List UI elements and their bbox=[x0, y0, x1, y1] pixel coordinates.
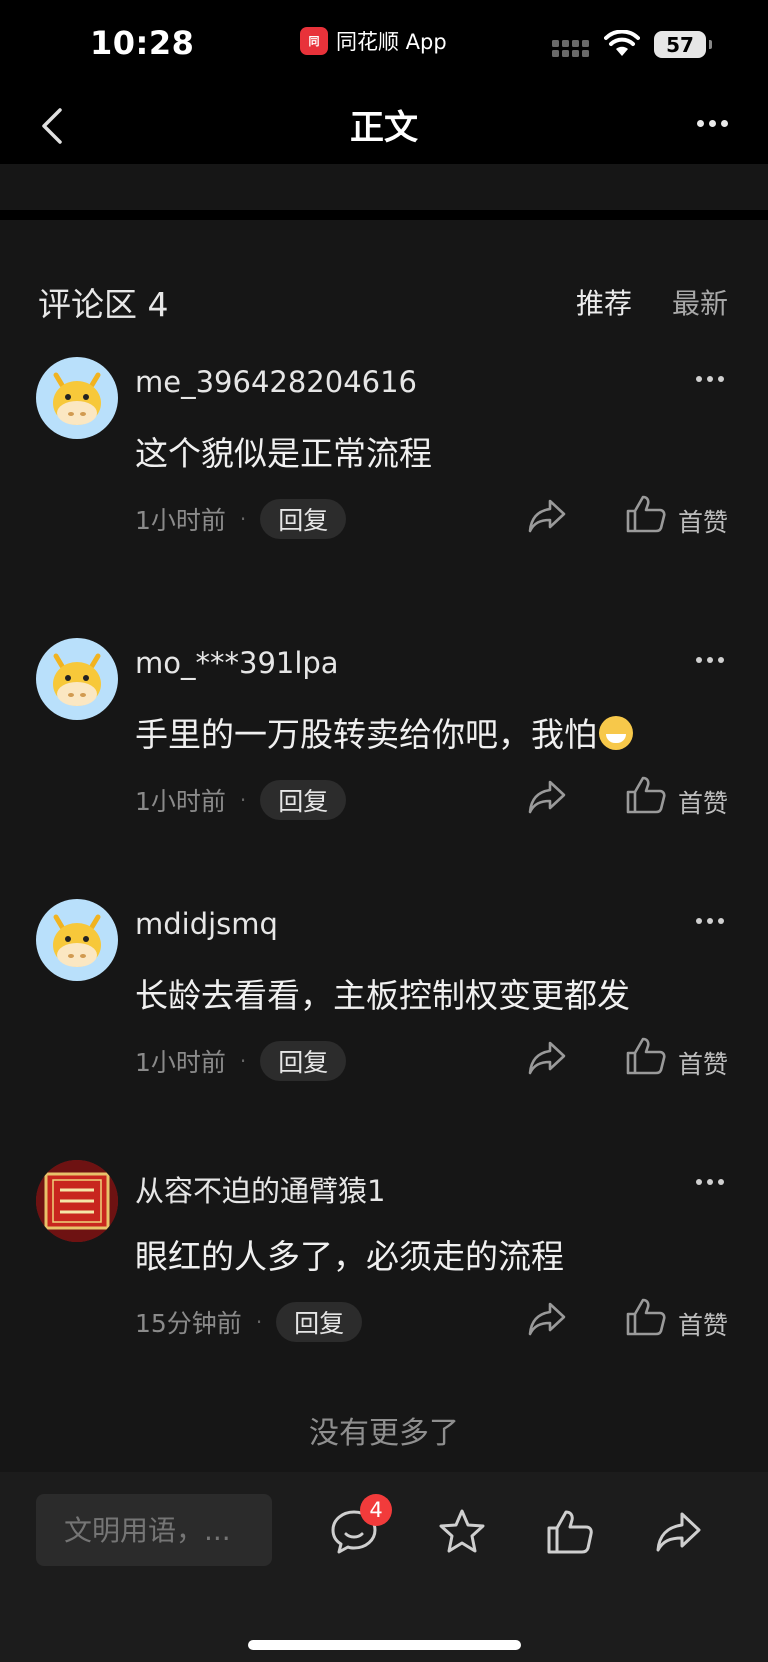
status-time: 10:28 bbox=[90, 24, 195, 62]
avatar[interactable] bbox=[36, 899, 118, 981]
comment-item: 从容不迫的通臂猿1 眼红的人多了，必须走的流程 15分钟前 · 回复 首赞 bbox=[0, 1160, 768, 1400]
end-of-list-text: 没有更多了 bbox=[309, 1416, 459, 1451]
cow-avatar-icon bbox=[53, 653, 101, 706]
share-icon[interactable] bbox=[524, 1296, 570, 1342]
page-title: 正文 bbox=[350, 108, 418, 148]
comment-text: 手里的一万股转卖给你吧，我怕 bbox=[135, 708, 633, 756]
comments-header-label: 评论区 bbox=[38, 285, 137, 324]
thumbs-up-icon[interactable] bbox=[624, 772, 668, 818]
comment-count-badge: 4 bbox=[360, 1494, 392, 1526]
comment-more-button[interactable] bbox=[690, 650, 730, 670]
sort-recommended-tab[interactable]: 推荐 bbox=[576, 282, 632, 322]
share-icon[interactable] bbox=[524, 1035, 570, 1081]
comment-text: 这个貌似是正常流程 bbox=[135, 434, 432, 473]
comment-meta: 1小时前 · 回复 bbox=[135, 1041, 347, 1081]
comment-time: 15分钟前 bbox=[135, 1309, 242, 1338]
app-logo-icon: 同 bbox=[300, 27, 328, 55]
comment-username[interactable]: mo_***391lpa bbox=[135, 646, 339, 680]
thumbs-up-icon[interactable] bbox=[624, 1294, 668, 1340]
comment-text: 眼红的人多了，必须走的流程 bbox=[135, 1237, 564, 1276]
thumbs-up-icon[interactable] bbox=[544, 1506, 596, 1558]
sort-latest-tab[interactable]: 最新 bbox=[672, 282, 728, 322]
home-indicator[interactable] bbox=[248, 1640, 521, 1650]
reply-button[interactable]: 回复 bbox=[276, 1302, 363, 1342]
comment-username[interactable]: 从容不迫的通臂猿1 bbox=[135, 1168, 385, 1210]
comment-item: mo_***391lpa 手里的一万股转卖给你吧，我怕 1小时前 · 回复 首赞 bbox=[0, 638, 768, 878]
reply-button[interactable]: 回复 bbox=[260, 1041, 347, 1081]
comment-time: 1小时前 bbox=[135, 506, 226, 535]
comment-username[interactable]: mdidjsmq bbox=[135, 907, 278, 941]
wifi-icon bbox=[604, 30, 640, 56]
like-label[interactable]: 首赞 bbox=[678, 1306, 728, 1342]
more-options-button[interactable] bbox=[690, 108, 734, 138]
like-label[interactable]: 首赞 bbox=[678, 503, 728, 539]
bottom-action-bar: 4 bbox=[0, 1472, 768, 1662]
comment-username[interactable]: me_396428204616 bbox=[135, 365, 417, 399]
status-bar: 10:28 同 同花顺 App 57 bbox=[0, 0, 768, 86]
comment-meta: 1小时前 · 回复 bbox=[135, 499, 347, 539]
comment-item: me_396428204616 这个貌似是正常流程 1小时前 · 回复 首赞 bbox=[0, 357, 768, 597]
more-dots-icon bbox=[696, 119, 704, 127]
red-banner-avatar-icon bbox=[36, 1160, 118, 1242]
share-icon[interactable] bbox=[652, 1506, 704, 1558]
like-label[interactable]: 首赞 bbox=[678, 784, 728, 820]
comments-count: 4 bbox=[147, 285, 169, 324]
cow-avatar-icon bbox=[53, 372, 101, 425]
thumbs-up-icon[interactable] bbox=[624, 491, 668, 537]
comment-more-button[interactable] bbox=[690, 911, 730, 931]
app-name: 同花顺 App bbox=[336, 30, 447, 54]
comment-more-button[interactable] bbox=[690, 369, 730, 389]
back-to-app-indicator[interactable]: 同 同花顺 App bbox=[300, 26, 447, 56]
share-icon[interactable] bbox=[524, 774, 570, 820]
cellular-signal-icon bbox=[552, 40, 589, 57]
reply-button[interactable]: 回复 bbox=[260, 780, 347, 820]
share-icon[interactable] bbox=[524, 493, 570, 539]
battery-indicator: 57 bbox=[654, 31, 712, 58]
star-icon[interactable] bbox=[436, 1506, 488, 1558]
like-label[interactable]: 首赞 bbox=[678, 1045, 728, 1081]
comment-time: 1小时前 bbox=[135, 787, 226, 816]
comment-meta: 1小时前 · 回复 bbox=[135, 780, 347, 820]
comment-meta: 15分钟前 · 回复 bbox=[135, 1302, 363, 1342]
avatar[interactable] bbox=[36, 357, 118, 439]
comment-input[interactable] bbox=[36, 1494, 272, 1566]
avatar[interactable] bbox=[36, 1160, 118, 1242]
comment-time: 1小时前 bbox=[135, 1048, 226, 1077]
avatar[interactable] bbox=[36, 638, 118, 720]
reply-button[interactable]: 回复 bbox=[260, 499, 347, 539]
comment-text: 长龄去看看，主板控制权变更都发 bbox=[135, 976, 630, 1015]
grin-emoji-icon bbox=[599, 716, 633, 750]
cow-avatar-icon bbox=[53, 914, 101, 967]
divider-band bbox=[0, 164, 768, 210]
comment-more-button[interactable] bbox=[690, 1172, 730, 1192]
comments-header: 评论区 4 bbox=[38, 278, 169, 326]
nav-bar: 正文 bbox=[0, 86, 768, 164]
comment-item: mdidjsmq 长龄去看看，主板控制权变更都发 1小时前 · 回复 首赞 bbox=[0, 899, 768, 1139]
thumbs-up-icon[interactable] bbox=[624, 1033, 668, 1079]
